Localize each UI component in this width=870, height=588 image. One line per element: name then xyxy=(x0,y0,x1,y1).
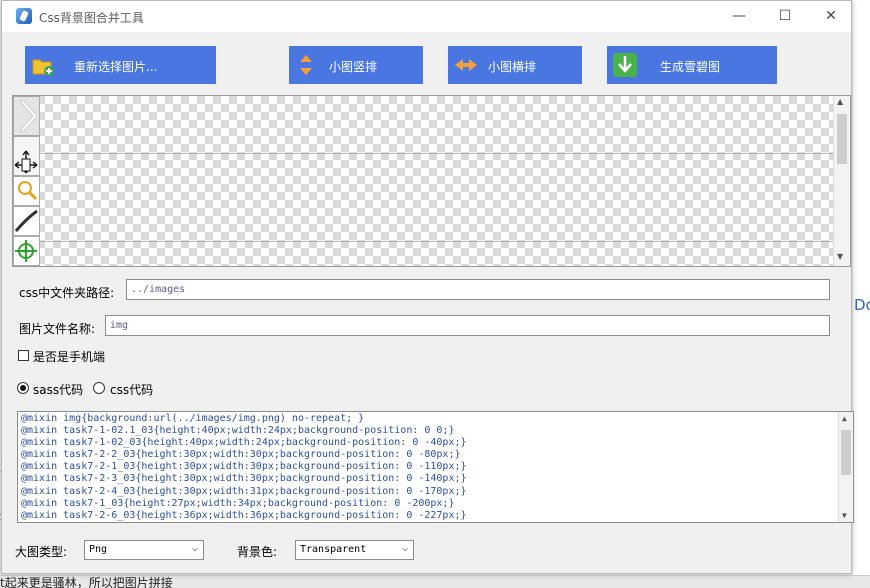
scrollbar-thumb[interactable] xyxy=(837,114,847,164)
bg-color-label: 背景色: xyxy=(237,545,278,559)
code-line: @mixin img{background:url(../images/img.… xyxy=(21,413,365,424)
background-app-text: Do xyxy=(854,296,870,314)
code-line: @mixin task7-1-02_03{height:40px;width:2… xyxy=(21,437,467,449)
reselect-images-button[interactable]: 重新选择图片... xyxy=(25,46,216,84)
canvas-vertical-scrollbar[interactable]: ▲ ▼ xyxy=(833,96,850,266)
image-type-label: 大图类型: xyxy=(15,545,68,559)
sprite-crosshair-icon xyxy=(13,236,40,266)
code-line: @mixin task7-2-3_03{height:30px;width:30… xyxy=(21,473,467,485)
app-icon xyxy=(16,8,32,24)
title-bar[interactable]: Css背景图合并工具 — ☐ ✕ xyxy=(2,1,851,32)
horizontal-layout-button[interactable]: 小图横排 xyxy=(448,46,582,84)
generate-sprite-button[interactable]: 生成雪碧图 xyxy=(607,46,777,84)
code-line: @mixin task7-1_03{height:27px;width:34px… xyxy=(21,497,455,509)
code-output-textarea[interactable]: @mixin img{background:url(../images/img.… xyxy=(17,411,854,523)
download-arrow-icon xyxy=(613,53,637,77)
code-line: @mixin task7-2-4_03{height:30px;width:31… xyxy=(21,485,467,497)
css-path-input[interactable]: ../images xyxy=(126,279,830,300)
sass-radio-label: sass代码 xyxy=(33,383,84,397)
minimize-button[interactable]: — xyxy=(716,1,762,32)
chevron-down-icon: ⌵ xyxy=(191,543,198,554)
code-vertical-scrollbar[interactable]: ▲ ▼ xyxy=(838,412,853,522)
scrollbar-thumb[interactable] xyxy=(841,430,851,475)
code-output-lines: @mixin img{background:url(../images/img.… xyxy=(21,413,467,522)
css-radio-label: css代码 xyxy=(110,383,154,397)
guide-line xyxy=(13,153,835,154)
code-line: @mixin task7-2-1_03{height:30px;width:30… xyxy=(21,461,467,473)
sprite-search-icon xyxy=(13,176,40,206)
image-type-select[interactable]: Png ⌵ xyxy=(84,540,204,560)
vertical-arrows-icon xyxy=(300,55,312,75)
sprite-chevron-right-icon xyxy=(13,96,40,136)
scroll-up-arrow-icon[interactable]: ▲ xyxy=(837,97,843,106)
vertical-layout-button[interactable]: 小图竖排 xyxy=(289,46,423,84)
chevron-down-icon: ⌵ xyxy=(401,543,408,554)
vertical-layout-label: 小图竖排 xyxy=(329,60,378,74)
sprite-move-icon xyxy=(13,136,40,176)
code-line: @mixin task7-2-6_03{height:36px;width:36… xyxy=(21,509,467,521)
sprite-preview-canvas[interactable]: ▲ ▼ xyxy=(12,95,851,267)
mobile-checkbox[interactable] xyxy=(18,350,29,361)
app-window: Css背景图合并工具 — ☐ ✕ 重新选择图片... 小图竖排 小图横排 生成雪… xyxy=(1,0,854,574)
background-app-panel xyxy=(853,0,870,587)
sprite-brush-icon xyxy=(13,206,40,236)
code-line: @mixin task7-1-02.1_03{height:40px;width… xyxy=(21,425,455,437)
sass-radio[interactable] xyxy=(17,382,29,394)
file-name-label: 图片文件名称: xyxy=(19,322,96,336)
horizontal-layout-label: 小图横排 xyxy=(488,60,537,74)
css-path-label: css中文件夹路径: xyxy=(19,286,115,300)
mobile-checkbox-label: 是否是手机端 xyxy=(33,350,106,364)
scroll-up-arrow-icon[interactable]: ▲ xyxy=(842,413,847,425)
bg-color-value: Transparent xyxy=(300,544,367,555)
maximize-button[interactable]: ☐ xyxy=(762,1,808,32)
horizontal-arrows-icon xyxy=(455,59,477,71)
folder-add-icon xyxy=(32,59,54,76)
bg-color-select[interactable]: Transparent ⌵ xyxy=(295,540,414,560)
background-app-strip: t起来更是骚林，所以把图片拼接 xyxy=(0,575,870,588)
reselect-images-label: 重新选择图片... xyxy=(74,60,158,74)
background-app-text: t起来更是骚林，所以把图片拼接 xyxy=(0,576,173,588)
generate-sprite-label: 生成雪碧图 xyxy=(660,60,721,74)
window-title: Css背景图合并工具 xyxy=(39,11,144,25)
scroll-down-arrow-icon[interactable]: ▼ xyxy=(842,510,847,522)
guide-line xyxy=(13,241,835,242)
css-radio[interactable] xyxy=(93,382,105,394)
file-name-input[interactable]: img xyxy=(105,315,830,336)
image-type-value: Png xyxy=(89,544,108,555)
scroll-down-arrow-icon[interactable]: ▼ xyxy=(837,252,843,261)
code-line: @mixin task7-2-2_03{height:30px;width:30… xyxy=(21,449,461,461)
close-button[interactable]: ✕ xyxy=(808,1,854,32)
